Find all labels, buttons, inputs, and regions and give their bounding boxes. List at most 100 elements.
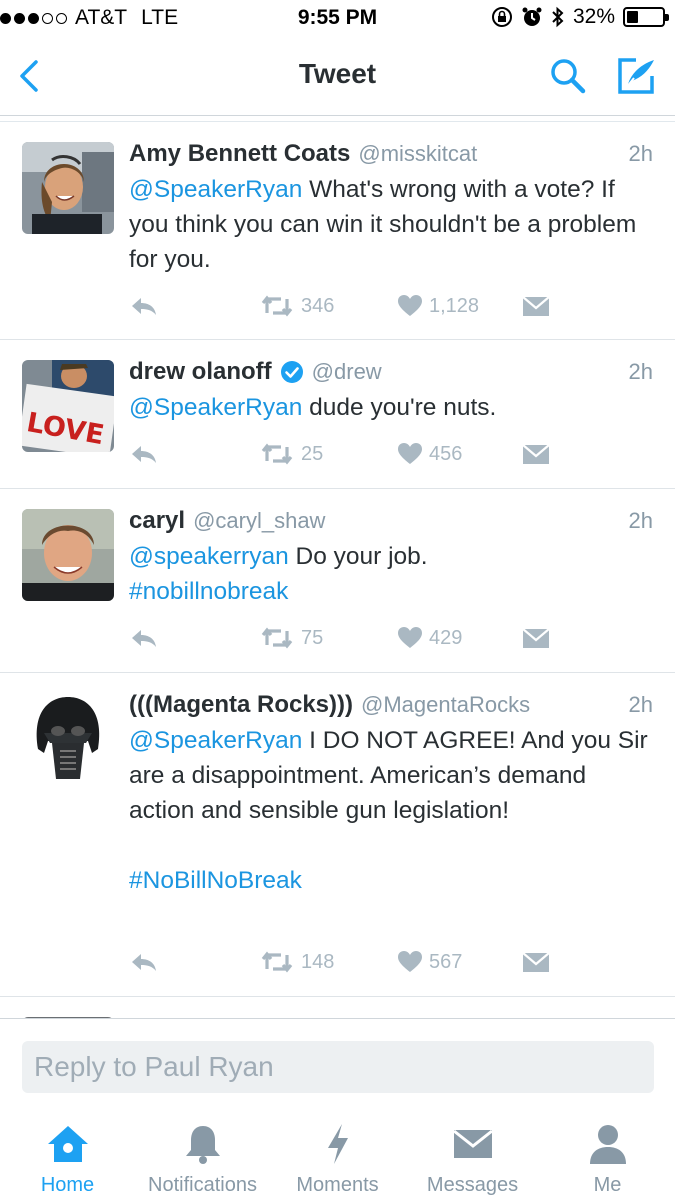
search-icon[interactable] [548, 56, 588, 96]
mention-link[interactable]: @SpeakerRyan [129, 727, 302, 754]
reply-icon [132, 298, 156, 315]
tweet-body: (((Magenta Rocks))) @MagentaRocks 2h @Sp… [129, 689, 653, 898]
person-icon [589, 1125, 626, 1164]
reply-button[interactable] [129, 442, 165, 466]
tab-moments[interactable]: Moments [270, 1122, 405, 1197]
tweet-timestamp: 2h [628, 692, 653, 717]
tab-messages[interactable]: Messages [405, 1122, 540, 1197]
tweet-item[interactable]: (((Magenta Rocks))) @MagentaRocks 2h @Sp… [0, 673, 675, 997]
retweet-count: 25 [301, 442, 324, 465]
like-button[interactable]: 429 [397, 626, 462, 650]
reply-button[interactable] [129, 294, 165, 318]
tweet-text: @SpeakerRyan What's wrong with a vote? I… [129, 172, 653, 277]
hashtag-link[interactable]: #NoBillNoBreak [129, 867, 302, 894]
battery-icon [623, 7, 669, 27]
retweet-count: 346 [301, 294, 335, 317]
mention-link[interactable]: @speakerryan [129, 543, 289, 570]
retweet-icon [261, 295, 293, 317]
tweet-actions: 75 429 [129, 623, 653, 653]
like-count: 1,128 [429, 294, 480, 317]
share-dm-button[interactable] [522, 951, 556, 973]
author-name[interactable]: Amy Bennett Coats [129, 138, 350, 170]
orientation-lock-icon [491, 7, 512, 27]
tweet-item[interactable]: caryl @caryl_shaw 2h @speakerryan Do you… [0, 489, 675, 673]
author-handle[interactable]: @misskitcat [358, 138, 477, 170]
avatar[interactable] [22, 509, 114, 601]
tweet-header: caryl @caryl_shaw [129, 505, 653, 537]
envelope-icon [452, 1129, 493, 1158]
heart-icon [398, 951, 422, 972]
tweet-item[interactable]: LOVE drew olanoff @drew 2h @SpeakerRyan … [0, 340, 675, 489]
author-handle[interactable]: @MagentaRocks [361, 689, 530, 721]
tweet-timestamp: 2h [628, 359, 653, 384]
home-icon [47, 1126, 88, 1162]
compose-icon[interactable] [614, 54, 658, 98]
author-name[interactable]: (((Magenta Rocks))) [129, 689, 353, 721]
tab-label: Me [593, 1174, 622, 1196]
tweet-text: @speakerryan Do your job. #nobillnobreak [129, 539, 653, 609]
author-name[interactable]: drew olanoff [129, 356, 272, 388]
tweet-timestamp: 2h [628, 141, 653, 166]
retweet-button[interactable]: 25 [259, 441, 323, 467]
lightning-icon [327, 1124, 348, 1164]
tweet-header: drew olanoff @drew [129, 356, 653, 388]
tab-label: Moments [296, 1174, 379, 1196]
tab-label: Home [40, 1174, 95, 1196]
like-button[interactable]: 567 [397, 950, 462, 974]
tweet-body: Amy Bennett Coats @misskitcat 2h @Speake… [129, 138, 653, 277]
tweet-text: @SpeakerRyan I DO NOT AGREE! And you Sir… [129, 723, 653, 898]
verified-badge-icon [280, 361, 303, 383]
like-button[interactable]: 456 [397, 442, 462, 466]
tweet-body: drew olanoff @drew 2h @SpeakerRyan dude … [129, 356, 653, 425]
tweet-text-body: Do your job. [288, 543, 428, 570]
heart-icon [398, 627, 422, 648]
share-dm-button[interactable] [522, 627, 556, 649]
like-count: 429 [429, 626, 463, 649]
author-handle[interactable]: @drew [312, 356, 382, 388]
share-dm-button[interactable] [522, 443, 556, 465]
hashtag-link[interactable]: #nobillnobreak [129, 578, 288, 605]
reply-button[interactable] [129, 950, 165, 974]
reply-icon [132, 446, 156, 463]
share-dm-button[interactable] [522, 295, 556, 317]
reply-feed[interactable]: Amy Bennett Coats @misskitcat 2h @Speake… [0, 122, 675, 1018]
tab-bar: Home Notifications Moments Messages Me [0, 1108, 675, 1200]
mention-link[interactable]: @SpeakerRyan [129, 394, 302, 421]
author-handle[interactable]: @caryl_shaw [193, 505, 325, 537]
status-bar: AT&T LTE 9:55 PM 32% [0, 0, 675, 38]
tweet-item[interactable]: Amy Bennett Coats @misskitcat 2h @Speake… [0, 122, 675, 340]
bell-icon [185, 1126, 220, 1164]
tweet-item-partial[interactable] [0, 997, 675, 1018]
tab-notifications[interactable]: Notifications [135, 1122, 270, 1197]
retweet-icon [261, 951, 293, 973]
heart-icon [398, 295, 422, 316]
tweet-text-body: dude you're nuts. [302, 394, 497, 421]
battery-percent: 32% [572, 5, 615, 28]
tweet-text: @SpeakerRyan dude you're nuts. [129, 390, 653, 425]
retweet-icon [261, 627, 293, 649]
tweet-actions: 148 567 [129, 947, 653, 977]
retweet-button[interactable]: 75 [259, 625, 323, 651]
reply-button[interactable] [129, 626, 165, 650]
tab-home[interactable]: Home [0, 1122, 135, 1197]
like-count: 456 [429, 442, 463, 465]
retweet-button[interactable]: 346 [259, 293, 334, 319]
reply-composer [0, 1018, 675, 1108]
tab-me[interactable]: Me [540, 1122, 675, 1197]
avatar[interactable] [22, 693, 114, 785]
author-name[interactable]: caryl [129, 505, 185, 537]
heart-icon [398, 443, 422, 464]
reply-input[interactable] [22, 1041, 654, 1093]
mention-link[interactable]: @SpeakerRyan [129, 176, 302, 203]
tab-label: Messages [426, 1174, 519, 1196]
reply-icon [132, 630, 156, 647]
tweet-actions: 25 456 [129, 439, 653, 469]
tweet-header: (((Magenta Rocks))) @MagentaRocks [129, 689, 653, 721]
alarm-icon [522, 7, 542, 26]
envelope-icon [522, 628, 550, 648]
avatar[interactable]: LOVE [22, 360, 114, 452]
like-button[interactable]: 1,128 [397, 294, 479, 318]
bluetooth-icon [552, 6, 564, 28]
avatar[interactable] [22, 142, 114, 234]
retweet-button[interactable]: 148 [259, 949, 334, 975]
